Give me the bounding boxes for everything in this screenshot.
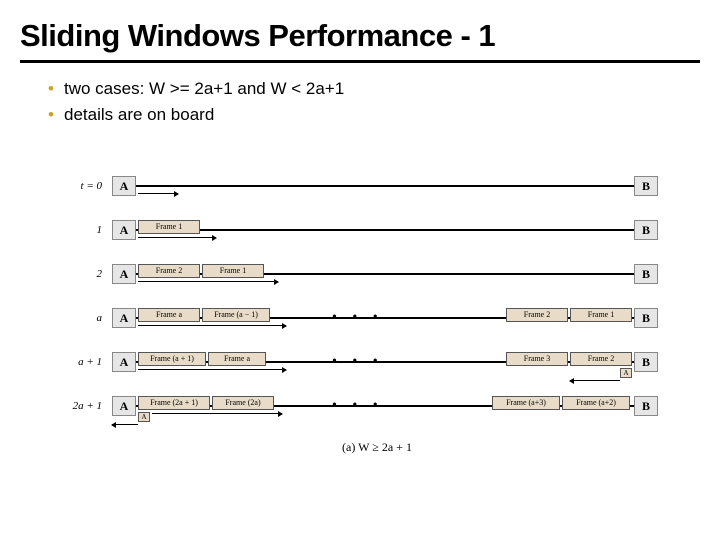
ellipsis-icon: • • • bbox=[332, 310, 384, 326]
arrow-right-icon bbox=[138, 369, 286, 370]
wire bbox=[136, 229, 634, 231]
node-b: B bbox=[634, 176, 658, 196]
diagram-row: t = 0 A B bbox=[72, 176, 682, 210]
node-a: A bbox=[112, 264, 136, 284]
frame-box: Frame (a+3) bbox=[492, 396, 560, 410]
bullet-item: details are on board bbox=[48, 103, 700, 128]
node-a: A bbox=[112, 220, 136, 240]
diagram: t = 0 A B 1 A B Frame 1 2 A B Frame 2 Fr… bbox=[72, 176, 682, 455]
time-label: a bbox=[52, 312, 102, 324]
frame-box: Frame 2 bbox=[506, 308, 568, 322]
frame-box: Frame (a + 1) bbox=[138, 352, 206, 366]
bullet-item: two cases: W >= 2a+1 and W < 2a+1 bbox=[48, 77, 700, 102]
frame-box: Frame a bbox=[208, 352, 266, 366]
frame-box: Frame (2a) bbox=[212, 396, 274, 410]
node-b: B bbox=[634, 396, 658, 416]
ack-box: A bbox=[138, 412, 150, 422]
time-label: 2a + 1 bbox=[52, 400, 102, 412]
frame-box: Frame (a − 1) bbox=[202, 308, 270, 322]
arrow-left-icon bbox=[112, 424, 138, 425]
node-b: B bbox=[634, 352, 658, 372]
time-label: t = 0 bbox=[52, 180, 102, 192]
frame-box: Frame 1 bbox=[138, 220, 200, 234]
frame-box: Frame 1 bbox=[202, 264, 264, 278]
node-b: B bbox=[634, 264, 658, 284]
ellipsis-icon: • • • bbox=[332, 398, 384, 414]
diagram-row: a A B Frame a Frame (a − 1) • • • Frame … bbox=[72, 308, 682, 342]
frame-box: Frame 3 bbox=[506, 352, 568, 366]
frame-box: Frame 2 bbox=[138, 264, 200, 278]
frame-box: Frame 2 bbox=[570, 352, 632, 366]
time-label: a + 1 bbox=[52, 356, 102, 368]
node-a: A bbox=[112, 176, 136, 196]
frame-box: Frame (a+2) bbox=[562, 396, 630, 410]
frame-box: Frame (2a + 1) bbox=[138, 396, 210, 410]
wire bbox=[136, 185, 634, 187]
diagram-row: a + 1 A B Frame (a + 1) Frame a • • • Fr… bbox=[72, 352, 682, 386]
bullet-list: two cases: W >= 2a+1 and W < 2a+1 detail… bbox=[20, 77, 700, 127]
arrow-right-icon bbox=[138, 237, 216, 238]
arrow-right-icon bbox=[152, 413, 282, 414]
diagram-caption: (a) W ≥ 2a + 1 bbox=[72, 440, 682, 455]
arrow-left-icon bbox=[570, 380, 620, 381]
node-a: A bbox=[112, 308, 136, 328]
arrow-right-icon bbox=[138, 281, 278, 282]
frame-box: Frame a bbox=[138, 308, 200, 322]
slide-title: Sliding Windows Performance - 1 bbox=[20, 18, 700, 63]
node-b: B bbox=[634, 308, 658, 328]
node-a: A bbox=[112, 352, 136, 372]
ellipsis-icon: • • • bbox=[332, 354, 384, 370]
frame-box: Frame 1 bbox=[570, 308, 632, 322]
diagram-row: 2 A B Frame 2 Frame 1 bbox=[72, 264, 682, 298]
node-b: B bbox=[634, 220, 658, 240]
time-label: 2 bbox=[52, 268, 102, 280]
diagram-row: 1 A B Frame 1 bbox=[72, 220, 682, 254]
ack-box: A bbox=[620, 368, 632, 378]
arrow-right-icon bbox=[138, 193, 178, 194]
node-a: A bbox=[112, 396, 136, 416]
arrow-right-icon bbox=[138, 325, 286, 326]
diagram-row: 2a + 1 A B Frame (2a + 1) Frame (2a) • •… bbox=[72, 396, 682, 430]
time-label: 1 bbox=[52, 224, 102, 236]
